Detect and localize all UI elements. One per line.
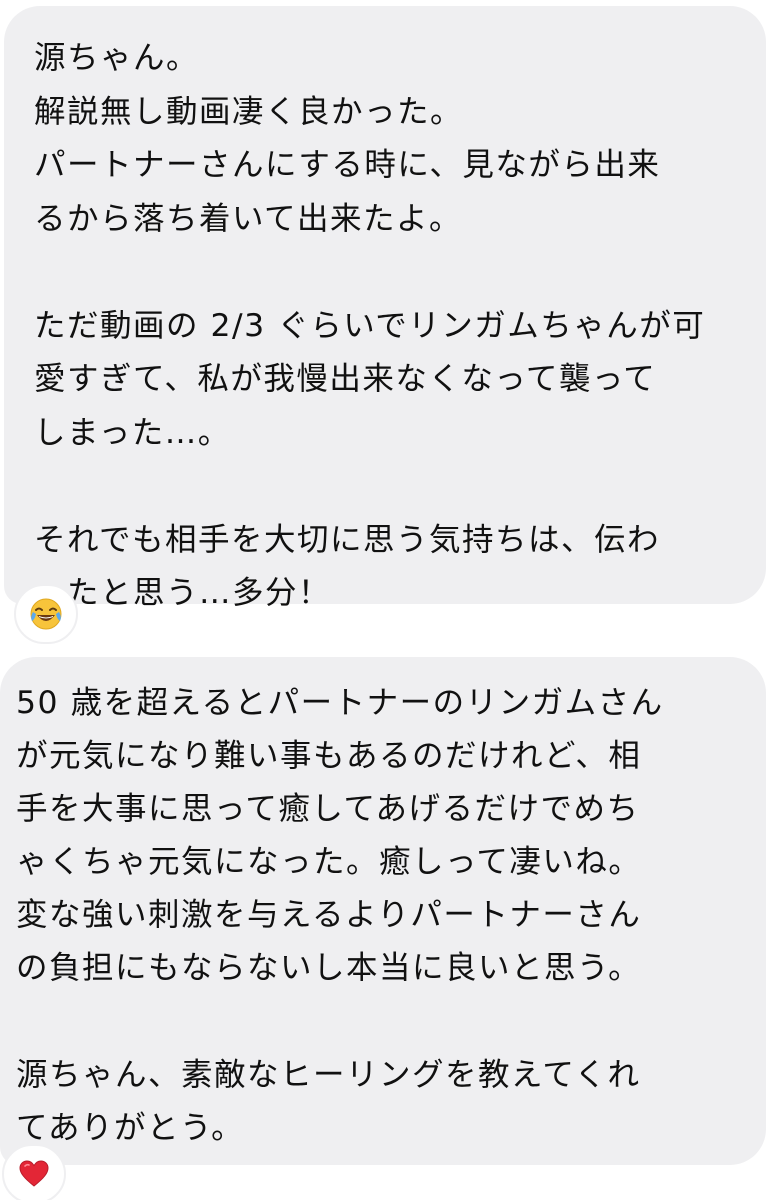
message-line: ただ動画の 2/3 ぐらいでリンガムちゃんが可 xyxy=(34,307,706,344)
message-line: てありがとう。 xyxy=(16,1109,245,1146)
face-with-tears-of-joy-icon xyxy=(30,598,62,630)
message-line: 50 歳を超えるとパートナーのリンガムさん xyxy=(16,685,664,721)
message-line: が元気になり難い事もあるのだけれど、相 xyxy=(16,738,642,774)
message-line: 源ちゃん、素敵なヒーリングを教えてくれ xyxy=(16,1056,641,1093)
message-bubble[interactable]: 50 歳を超えるとパートナーのリンガムさん が元気になり難い事もあるのだけれど、… xyxy=(0,657,766,1165)
message-line: パートナーさんにする時に、見ながら出来 xyxy=(34,147,661,183)
chat-screen: 源ちゃん。 解説無し動画凄く良かった。 パートナーさんにする時に、見ながら出来 … xyxy=(0,0,770,1200)
message-line: ゃくちゃ元気になった。癒しって凄いね。 xyxy=(16,844,642,880)
message-line: 手を大事に思って癒してあげるだけでめち xyxy=(16,791,640,827)
message-line: 愛すぎて、私が我慢出来なくなって襲って xyxy=(34,361,657,397)
red-heart-icon xyxy=(19,1160,49,1187)
message-line: るから落ち着いて出来たよ。 xyxy=(34,200,463,237)
message-line: しまった…。 xyxy=(34,414,231,451)
message-line: 源ちゃん。 xyxy=(34,40,200,76)
message-line: 変な強い刺激を与えるよりパートナーさん xyxy=(16,897,642,933)
reaction-badge[interactable] xyxy=(2,1144,66,1200)
message-line: それでも相手を大切に思う気持ちは、伝わ xyxy=(34,521,661,558)
message-line: ったと思う…多分！ xyxy=(34,575,332,611)
message-bubble[interactable]: 源ちゃん。 解説無し動画凄く良かった。 パートナーさんにする時に、見ながら出来 … xyxy=(4,6,766,611)
reaction-badge[interactable] xyxy=(14,584,78,644)
message-line: の負担にもならないし本当に良いと思う。 xyxy=(16,950,642,986)
message-line: 解説無し動画凄く良かった。 xyxy=(34,93,464,130)
